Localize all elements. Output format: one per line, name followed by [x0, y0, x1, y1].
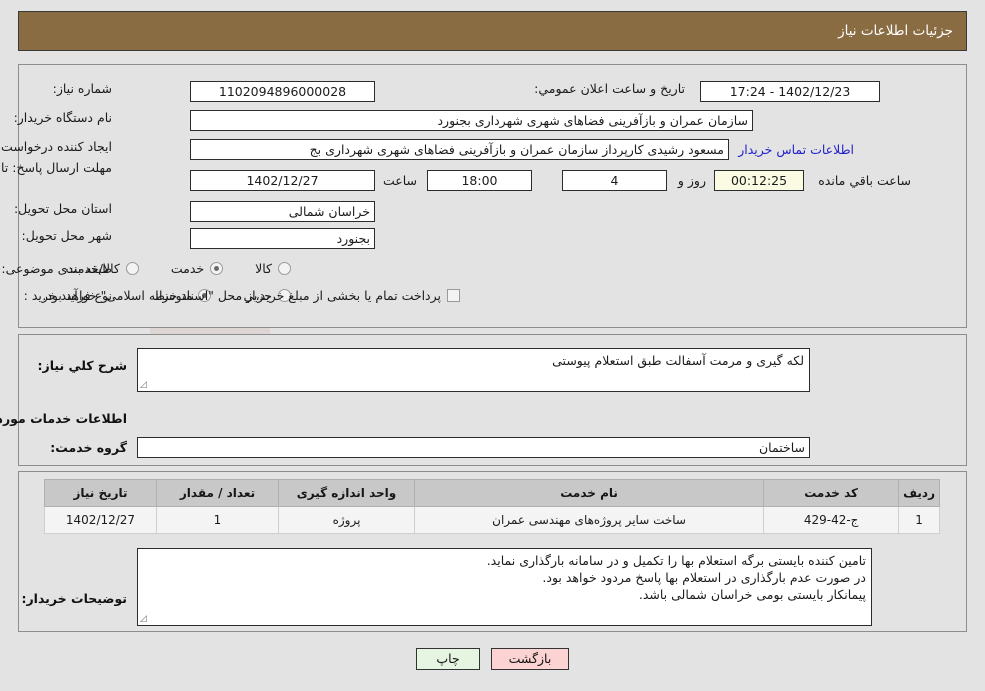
service-group-label: گروه خدمت:	[50, 440, 127, 455]
header-bar: جزئیات اطلاعات نیاز	[18, 11, 967, 51]
remaining-time-field: 00:12:25	[714, 170, 804, 191]
print-button[interactable]: چاپ	[416, 648, 480, 670]
requester-label: ایجاد کننده درخواست:	[0, 139, 112, 154]
buyer-org-field[interactable]: سازمان عمران و بازآفرینی فضاهای شهری شهر…	[190, 110, 753, 131]
treasury-checkbox-label: پرداخت تمام یا بخشی از مبلغ خرید،از محل …	[42, 288, 441, 303]
cell-need-date: 1402/12/27	[44, 506, 157, 534]
province-field[interactable]: خراسان شمالی	[190, 201, 375, 222]
city-label: شهر محل تحویل:	[21, 228, 112, 243]
services-table: ردیف کد خدمت نام خدمت واحد اندازه گیری ت…	[44, 479, 940, 534]
announce-label-wrap: تاریخ و ساعت اعلان عمومي:	[534, 81, 685, 96]
action-button-bar: بازگشت چاپ	[0, 648, 985, 670]
cell-service-name: ساخت سایر پروژه‌های مهندسی عمران	[413, 506, 765, 534]
need-description-textarea[interactable]: لکه گیری و مرمت آسفالت طبق استعلام پیوست…	[137, 348, 810, 392]
buyer-org-label-wrap: نام دستگاه خریدار:	[14, 110, 112, 125]
buyer-org-label: نام دستگاه خریدار:	[13, 110, 112, 125]
deadline-label-wrap: مهلت ارسال پاسخ: تا تاریخ:	[0, 160, 112, 175]
category-radio-group[interactable]: کالا خدمت کالا/خدمت	[33, 261, 291, 276]
page-title: جزئیات اطلاعات نیاز	[838, 23, 953, 39]
category-radio-0[interactable]	[278, 262, 291, 275]
deadline-hour-field[interactable]: 18:00	[427, 170, 532, 191]
category-label-0: کالا	[255, 261, 272, 276]
col-unit: واحد اندازه گیری	[278, 479, 415, 507]
need-description-value: لکه گیری و مرمت آسفالت طبق استعلام پیوست…	[552, 353, 804, 368]
table-header-row: ردیف کد خدمت نام خدمت واحد اندازه گیری ت…	[44, 479, 940, 507]
category-radio-2[interactable]	[125, 262, 139, 275]
requester-field[interactable]: مسعود رشیدی کارپرداز سازمان عمران و بازآ…	[190, 139, 729, 160]
remaining-days-label: روز و	[677, 173, 706, 188]
category-option-2[interactable]: کالا/خدمت	[65, 261, 139, 276]
deadline-date-field[interactable]: 1402/12/27	[190, 170, 375, 191]
need-description-label: شرح کلي نیاز:	[37, 358, 127, 373]
category-label-2: کالا/خدمت	[65, 261, 120, 276]
treasury-checkbox-wrap[interactable]: پرداخت تمام یا بخشی از مبلغ خرید،از محل …	[42, 288, 460, 303]
buyer-notes-value: تامین کننده بایستی برگه استعلام بها را ت…	[486, 553, 866, 602]
buyer-notes-textarea[interactable]: تامین کننده بایستی برگه استعلام بها را ت…	[137, 548, 872, 626]
buyer-notes-label: توضیحات خریدار:	[21, 591, 127, 606]
treasury-checkbox[interactable]	[447, 289, 460, 302]
table-row[interactable]: 1 ج-42-429 ساخت سایر پروژه‌های مهندسی عم…	[44, 506, 940, 534]
province-label-wrap: استان محل تحویل:	[14, 201, 112, 216]
need-number-field[interactable]: 1102094896000028	[190, 81, 375, 102]
buyer-contact-link[interactable]: اطلاعات تماس خریدار	[738, 142, 854, 157]
announce-datetime-field[interactable]: 1402/12/23 - 17:24	[700, 81, 880, 102]
deadline-label: مهلت ارسال پاسخ: تا تاریخ:	[0, 160, 112, 175]
col-row-no: ردیف	[898, 479, 940, 507]
announce-datetime-label: تاریخ و ساعت اعلان عمومي:	[534, 81, 685, 96]
remaining-days-field[interactable]: 4	[562, 170, 667, 191]
need-number-label: شماره نیاز:	[52, 81, 112, 96]
col-service-code: کد خدمت	[763, 479, 900, 507]
cell-row-no: 1	[898, 506, 940, 534]
resize-grip-icon-notes[interactable]: ◺	[140, 614, 150, 624]
remaining-time-label: ساعت باقي مانده	[818, 173, 911, 188]
cell-quantity: 1	[156, 506, 279, 534]
service-group-field[interactable]: ساختمان	[137, 437, 810, 458]
city-field[interactable]: بجنورد	[190, 228, 375, 249]
col-need-date: تاریخ نیاز	[44, 479, 157, 507]
cell-unit: پروژه	[278, 506, 415, 534]
city-label-wrap: شهر محل تحویل:	[22, 228, 112, 243]
page-root: AriaTender.net جزئیات اطلاعات نیاز شماره…	[0, 0, 985, 691]
resize-grip-icon[interactable]: ◺	[140, 380, 150, 390]
back-button[interactable]: بازگشت	[491, 648, 569, 670]
deadline-hour-label: ساعت	[382, 173, 417, 188]
category-option-0[interactable]: کالا	[255, 261, 291, 276]
col-quantity: تعداد / مقدار	[156, 479, 279, 507]
cell-service-code: ج-42-429	[763, 506, 900, 534]
need-number-label-wrap: شماره نیاز:	[53, 81, 112, 96]
category-option-1[interactable]: خدمت	[170, 261, 224, 276]
category-label-1: خدمت	[170, 261, 205, 276]
province-label: استان محل تحویل:	[13, 201, 112, 216]
services-section-title: اطلاعات خدمات مورد نیاز	[0, 411, 127, 426]
category-radio-1[interactable]	[210, 262, 224, 275]
col-service-name: نام خدمت	[413, 479, 765, 507]
requester-label-wrap: ایجاد کننده درخواست:	[0, 139, 112, 154]
